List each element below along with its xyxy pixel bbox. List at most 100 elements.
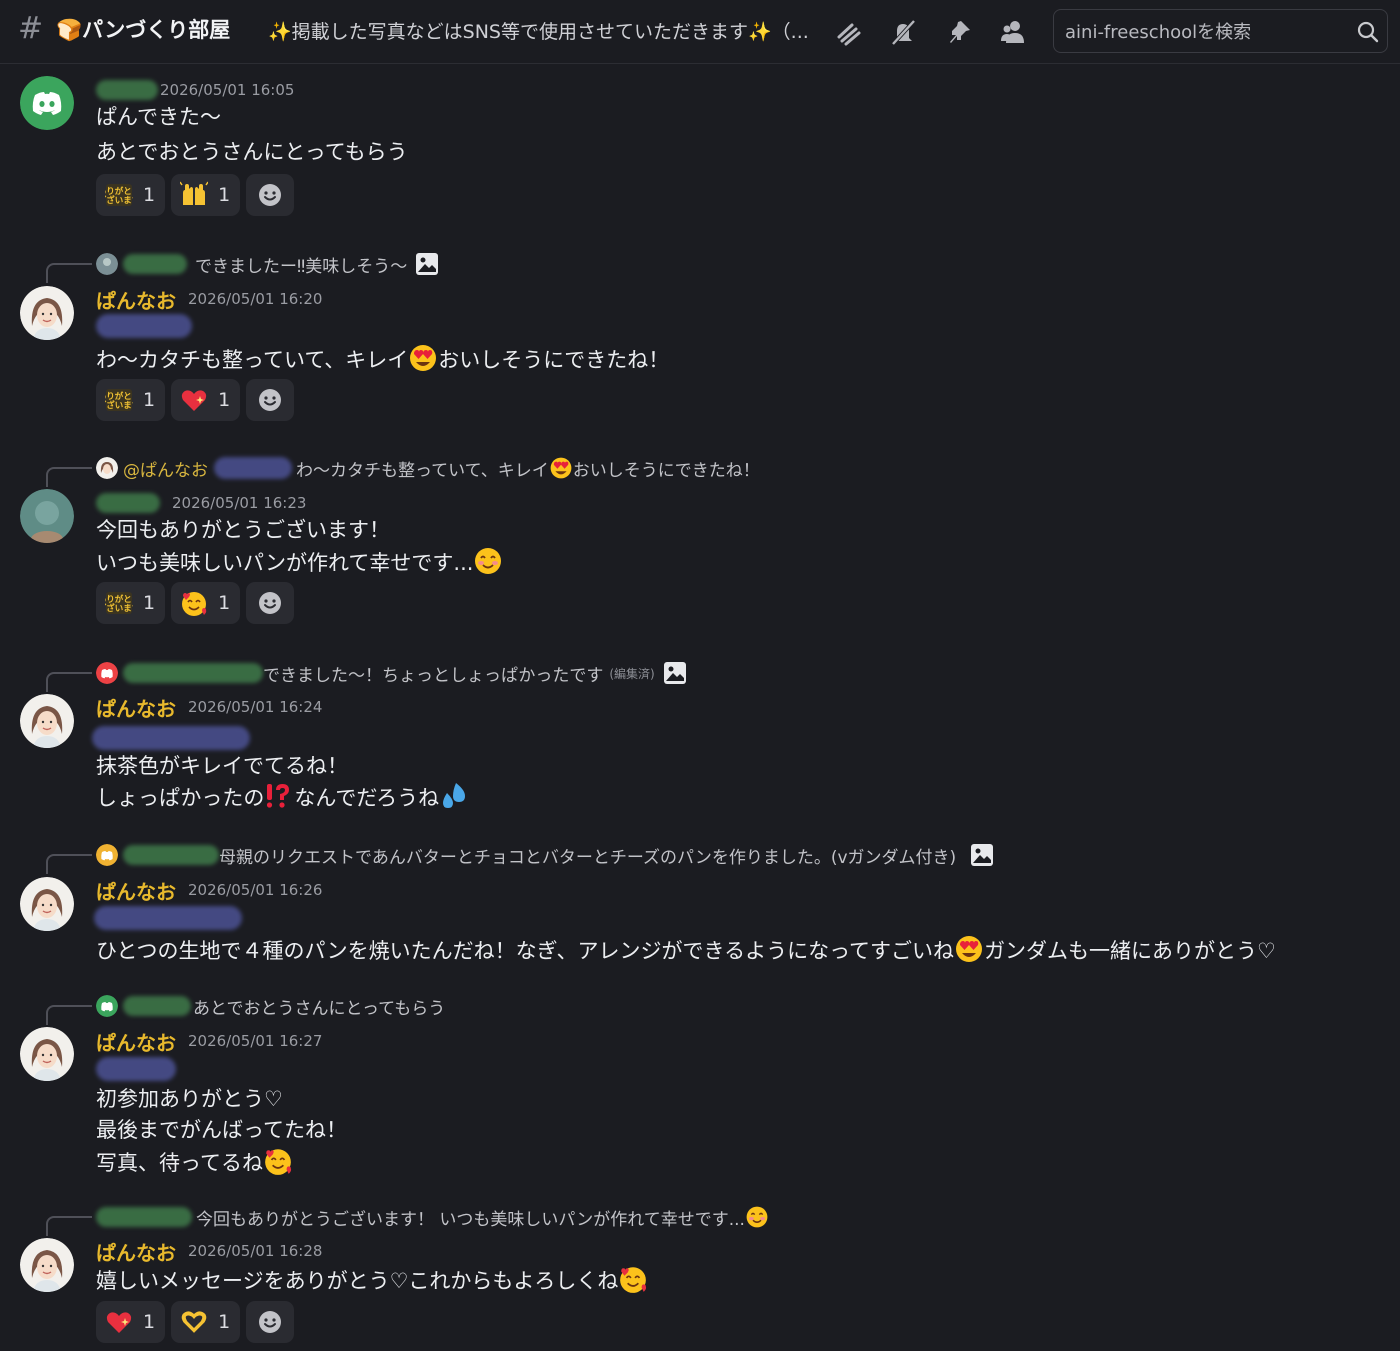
message-timestamp: 2026/05/01 16:20 [188, 290, 323, 308]
search-input[interactable] [1065, 18, 1345, 46]
reaction-count: 1 [218, 184, 231, 206]
username[interactable]: ぱんなお [96, 1027, 176, 1056]
reaction-count: 1 [143, 592, 156, 614]
message-text-part: しょっぱかったの [96, 786, 265, 810]
blurred-username [123, 996, 191, 1016]
reply-preview[interactable]: @ぱんなお わ〜カタチも整っていて、キレイ おいしそうにできたね！ [96, 456, 760, 481]
blurred-username [123, 254, 187, 274]
message-timestamp: 2026/05/01 16:26 [188, 881, 323, 899]
heart-eyes-emoji [408, 343, 438, 373]
reaction-arigatou[interactable]: ありがとうございます 1 [96, 174, 166, 216]
message-text-line: 今回もありがとうございます！ [96, 518, 390, 542]
reaction-arigatou[interactable]: ありがとうございます 1 [96, 379, 166, 421]
reaction-count: 1 [143, 1311, 156, 1333]
message-text: しょっぱかったの なんでだろうね [96, 781, 469, 814]
reply-avatar [96, 457, 118, 479]
heart-eyes-emoji [954, 934, 984, 964]
reaction-smiling-hearts[interactable]: 1 [171, 582, 241, 624]
channel-threads-hash-icon: # [18, 11, 44, 46]
smiling-face-emoji [473, 546, 503, 576]
heart-hands-emoji-icon [180, 1308, 208, 1336]
notification-muted-bell-icon[interactable] [888, 17, 918, 47]
blurred-role-tag [94, 906, 242, 930]
reply-avatar [96, 995, 118, 1017]
reply-connector [46, 1216, 92, 1236]
smiling-face-emoji [745, 1205, 769, 1229]
image-attachment-icon [970, 843, 994, 867]
smiling-face-with-hearts-emoji [263, 1146, 293, 1176]
reaction-count: 1 [218, 1311, 231, 1333]
user-avatar[interactable] [20, 1027, 74, 1081]
blurred-username [123, 663, 263, 683]
message-text: わ〜カタチも整っていて、キレイ おいしそうにできたね！ [96, 343, 669, 376]
threads-icon[interactable] [834, 17, 864, 47]
message-text-part: ガンダムも一緒にありがとう♡ [984, 939, 1276, 963]
user-avatar[interactable] [20, 286, 74, 340]
user-avatar[interactable] [20, 694, 74, 748]
message-item: あとでおとうさんにとってもらう ぱんなお 2026/05/01 16:27 初参… [0, 993, 1400, 1183]
reply-preview[interactable]: 母親のリクエストであんバターとチョコとバターとチーズのパンを作りました。(vガン… [96, 843, 994, 868]
message-text-part: ひとつの生地で４種のパンを焼いたんだね！なぎ、アレンジができるようになってすごい… [96, 939, 955, 963]
username[interactable]: ぱんなお [96, 693, 176, 722]
arigatou-gozaimasu-sticker-icon: ありがとうございます [105, 386, 133, 414]
message-timestamp: 2026/05/01 16:27 [188, 1032, 323, 1050]
sweat-droplets-emoji [439, 781, 469, 811]
blurred-role-tag [214, 457, 292, 479]
message-item: @ぱんなお わ〜カタチも整っていて、キレイ おいしそうにできたね！ 2026/05… [0, 455, 1400, 635]
reply-text: あとでおとうさんにとってもらう [193, 998, 446, 1019]
reply-text: できました〜！ちょっとしょっぱかったです [263, 665, 604, 686]
username[interactable]: ぱんなお [96, 285, 176, 314]
message-text-part: わ〜カタチも整っていて、キレイ [96, 348, 409, 372]
search-box[interactable] [1053, 9, 1388, 53]
image-attachment-icon [415, 252, 439, 276]
discord-default-avatar[interactable] [20, 76, 74, 130]
username[interactable]: ぱんなお [96, 876, 176, 905]
reaction-arigatou[interactable]: ありがとうございます 1 [96, 582, 166, 624]
blurred-username[interactable] [96, 493, 160, 513]
user-avatar[interactable] [20, 877, 74, 931]
reply-mention: @ぱんなお [123, 460, 208, 481]
reactions-bar: 1 1 [96, 1301, 295, 1343]
message-item: できました〜！ちょっとしょっぱかったです (編集済) ぱんなお 2026/05/… [0, 660, 1400, 820]
reply-preview[interactable]: できました〜！ちょっとしょっぱかったです (編集済) [96, 661, 687, 686]
add-reaction-button[interactable] [246, 174, 295, 216]
message-item: 今回もありがとうございます！ いつも美味しいパンが作れて幸せです... ぱんなお… [0, 1204, 1400, 1351]
sparkling-heart-emoji-icon [180, 386, 208, 414]
add-reaction-button[interactable] [246, 379, 295, 421]
message-text-line: 抹茶色がキレイでてるね！ [96, 754, 348, 778]
reply-connector [46, 854, 92, 874]
reply-connector [46, 1005, 92, 1025]
add-reaction-button[interactable] [246, 1301, 295, 1343]
reply-avatar [96, 662, 118, 684]
reply-preview[interactable]: 今回もありがとうございます！ いつも美味しいパンが作れて幸せです... [96, 1205, 769, 1230]
search-icon[interactable] [1355, 19, 1381, 45]
raised-hands-emoji-icon [180, 181, 209, 209]
channel-topic[interactable]: ✨掲載した写真などはSNS等で使用させていただきます✨（... [268, 18, 816, 46]
exclamation-question-mark-emoji [264, 781, 294, 811]
reaction-sparkling-heart[interactable]: 1 [96, 1301, 166, 1343]
smiling-face-with-hearts-emoji-icon [180, 589, 208, 617]
reaction-raised-hands[interactable]: 1 [171, 174, 241, 216]
pinned-messages-icon[interactable] [944, 17, 974, 47]
message-item: 母親のリクエストであんバターとチョコとバターとチーズのパンを作りました。(vガン… [0, 842, 1400, 972]
channel-name: 🍞パンづくり部屋 [56, 18, 231, 42]
user-avatar[interactable] [20, 1238, 74, 1292]
reply-preview[interactable]: できましたー‼美味しそう〜 [96, 252, 439, 277]
user-avatar[interactable] [20, 489, 74, 543]
reaction-sparkling-heart[interactable]: 1 [171, 379, 241, 421]
arigatou-gozaimasu-sticker-icon: ありがとうございます [105, 589, 133, 617]
member-list-icon[interactable] [998, 17, 1028, 47]
message-text-part: おいしそうにできたね！ [438, 348, 670, 372]
message-text-line: ぱんできた〜 [96, 105, 221, 129]
reply-connector [46, 672, 92, 692]
reply-preview[interactable]: あとでおとうさんにとってもらう [96, 994, 446, 1019]
username[interactable]: ぱんなお [96, 1237, 176, 1266]
add-reaction-smiley-icon [259, 1311, 282, 1333]
blurred-username [96, 1207, 192, 1227]
reaction-heart-hands[interactable]: 1 [171, 1301, 241, 1343]
image-attachment-icon [663, 661, 687, 685]
message-text: 嬉しいメッセージをありがとう♡これからもよろしくね [96, 1264, 648, 1297]
blurred-username[interactable] [96, 80, 158, 100]
add-reaction-button[interactable] [246, 582, 295, 624]
message-item: できましたー‼美味しそう〜 ぱんなお 2026/05/01 16:20 わ〜カタ… [0, 252, 1400, 432]
